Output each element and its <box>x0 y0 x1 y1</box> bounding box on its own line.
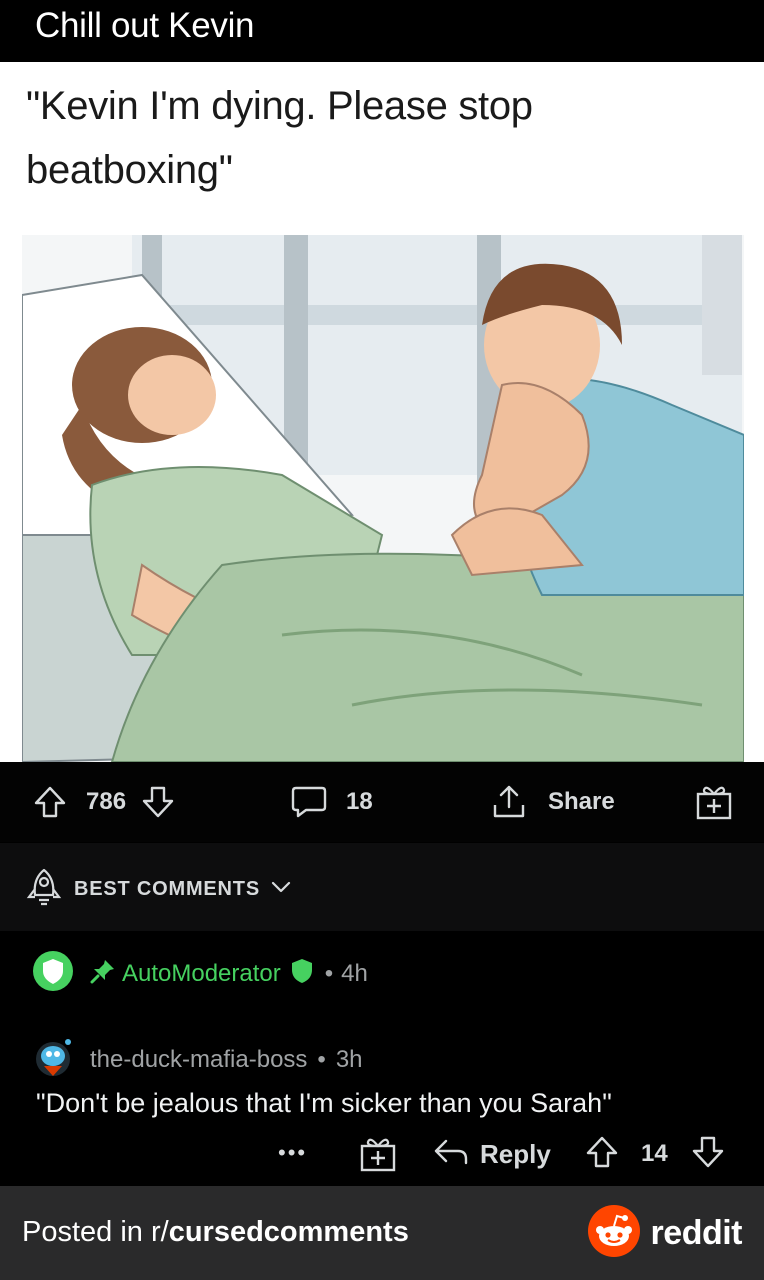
post-image[interactable]: "Kevin I'm dying. Please stop beatboxing… <box>0 62 764 762</box>
sort-dropdown[interactable]: BEST COMMENTS <box>26 867 292 912</box>
chevron-down-icon <box>270 879 292 900</box>
pin-icon <box>90 958 116 989</box>
reddit-logo <box>587 1204 641 1263</box>
posted-in-footer: Posted in r/cursedcomments reddit <box>0 1186 764 1280</box>
reply-label: Reply <box>480 1138 551 1169</box>
comment-age: 3h <box>335 1045 363 1073</box>
award-icon[interactable] <box>358 1134 398 1179</box>
automod-dot: • <box>324 959 334 987</box>
posted-in-prefix: Posted in r/ <box>22 1216 169 1248</box>
sort-label: BEST COMMENTS <box>74 878 260 900</box>
comment-sort-bar[interactable]: BEST COMMENTS <box>0 843 764 931</box>
meme-caption: "Kevin I'm dying. Please stop beatboxing… <box>26 74 726 202</box>
award-icon <box>694 782 734 822</box>
automod-username[interactable]: AutoModerator <box>122 960 281 988</box>
comment: the-duck-mafia-boss • 3h "Don't be jealo… <box>0 1018 764 1186</box>
award-button[interactable] <box>694 762 734 842</box>
downvote-icon[interactable] <box>140 784 176 820</box>
post-title-bar: Chill out Kevin <box>0 0 764 62</box>
reply-button[interactable]: Reply <box>432 1132 551 1176</box>
post-title: Chill out Kevin <box>35 6 255 45</box>
share-icon <box>490 783 528 821</box>
more-icon[interactable]: ••• <box>278 1140 307 1166</box>
reddit-wordmark: reddit <box>650 1214 743 1252</box>
upvote-count: 786 <box>86 788 127 815</box>
share-label: Share <box>548 788 615 815</box>
automod-age: 4h <box>341 959 368 987</box>
comments-button[interactable]: 18 <box>290 762 373 842</box>
subreddit-name[interactable]: cursedcomments <box>169 1216 409 1248</box>
post-action-bar: 786 18 Share <box>0 762 764 842</box>
shield-icon <box>291 958 313 989</box>
meme-caption-line-1: "Kevin I'm dying. Please stop <box>26 84 533 128</box>
comment-dot: • <box>317 1045 326 1073</box>
rocket-icon <box>26 867 62 912</box>
posted-in-text: Posted in r/cursedcomments <box>22 1216 409 1249</box>
hospital-bed-illustration <box>22 235 744 762</box>
comment-downvote-icon[interactable] <box>690 1134 726 1175</box>
vote-group: 786 <box>32 762 176 842</box>
meme-caption-line-2: beatboxing" <box>26 148 233 192</box>
avatar[interactable] <box>32 1036 74 1083</box>
comment-body: "Don't be jealous that I'm sicker than y… <box>36 1088 612 1118</box>
reply-icon <box>432 1137 470 1172</box>
comment-icon <box>290 783 328 821</box>
automod-meta: AutoModerator • 4h <box>32 950 368 997</box>
comment-upvote-icon[interactable] <box>584 1134 620 1175</box>
comment-actions: ••• Reply 14 <box>0 1132 764 1182</box>
reddit-brand: reddit <box>587 1204 743 1263</box>
upvote-icon[interactable] <box>32 784 68 820</box>
automod-comment[interactable]: AutoModerator • 4h <box>0 932 764 1004</box>
share-button[interactable]: Share <box>490 762 615 842</box>
comment-vote-count: 14 <box>641 1140 668 1167</box>
comment-count: 18 <box>346 788 373 815</box>
automod-avatar[interactable] <box>32 950 74 997</box>
comment-meta: the-duck-mafia-boss • 3h <box>32 1036 363 1083</box>
comment-username[interactable]: the-duck-mafia-boss <box>90 1046 307 1074</box>
